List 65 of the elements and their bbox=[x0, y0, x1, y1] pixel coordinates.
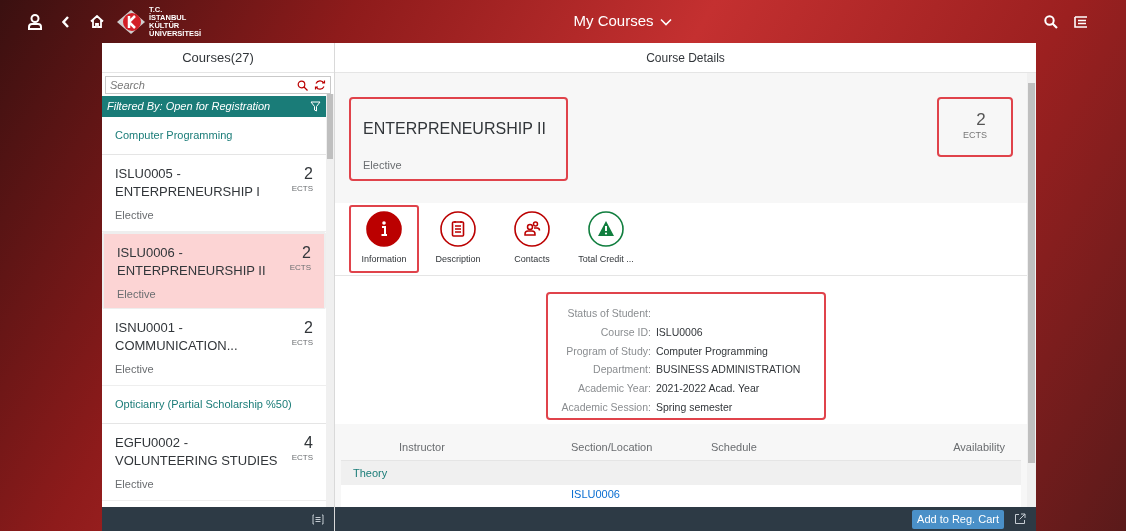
course-title: ISNU0001 - COMMUNICATION... bbox=[115, 319, 239, 355]
field-label: Department: bbox=[592, 362, 651, 378]
search-field[interactable]: Search bbox=[105, 76, 331, 94]
chevron-down-icon bbox=[659, 17, 672, 26]
course-type: Elective bbox=[115, 208, 155, 223]
course-type: Elective bbox=[363, 158, 403, 173]
field-value: BUSINESS ADMINISTRATION bbox=[655, 362, 801, 378]
filter-bar[interactable]: Filtered By: Open for Registration bbox=[102, 96, 326, 117]
search-input[interactable]: Search bbox=[110, 76, 297, 94]
field-label: Course ID: bbox=[599, 324, 651, 340]
panel-title: Courses(27) bbox=[182, 48, 254, 67]
course-title: ISLU0006 - ENTERPRENEURSHIP II bbox=[117, 244, 267, 280]
back-icon[interactable] bbox=[62, 15, 70, 28]
home-icon[interactable] bbox=[90, 15, 104, 28]
field-label: Academic Year: bbox=[576, 381, 651, 396]
ects-unit: ECTS bbox=[291, 183, 313, 195]
search-icon[interactable] bbox=[297, 79, 308, 91]
menu-icon[interactable] bbox=[1074, 15, 1088, 28]
logo-icon bbox=[116, 8, 146, 35]
course-type: Elective bbox=[117, 287, 157, 302]
ects-unit: ECTS bbox=[291, 452, 313, 464]
field-label: Academic Session: bbox=[561, 399, 651, 415]
search-icon[interactable] bbox=[1044, 14, 1058, 29]
ects-value: 4 bbox=[304, 434, 313, 452]
tab[interactable]: Information bbox=[349, 205, 419, 273]
share-icon[interactable] bbox=[1014, 513, 1026, 525]
user-icon[interactable] bbox=[28, 13, 42, 30]
column-header: Availability bbox=[953, 440, 1005, 453]
tab[interactable]: Contacts bbox=[497, 205, 567, 273]
field-value: 2021-2022 Acad. Year bbox=[655, 381, 761, 396]
course-title: EGFU0002 - VOLUNTEERING STUDIES bbox=[115, 434, 279, 470]
refresh-icon[interactable] bbox=[314, 79, 326, 91]
field-value: Spring semester bbox=[655, 399, 734, 415]
group-label: Theory bbox=[353, 465, 388, 481]
scrollbar[interactable] bbox=[326, 94, 334, 507]
course-title: ISLU0005 - ENTERPRENEURSHIP I bbox=[115, 165, 261, 201]
course-list-item[interactable]: ISLU0006 - ENTERPRENEURSHIP II 2 ECTS Elective bbox=[102, 232, 326, 309]
course-type: Elective bbox=[115, 477, 155, 492]
ects-unit: ECTS bbox=[963, 129, 987, 143]
field-value: Computer Programming bbox=[655, 343, 769, 359]
column-header: Schedule bbox=[711, 440, 757, 453]
ects-value: 2 bbox=[304, 165, 313, 183]
field-value: ISLU0006 bbox=[655, 324, 704, 340]
group-header: Computer Programming bbox=[115, 128, 233, 144]
field-label: Program of Study: bbox=[565, 343, 651, 359]
course-title: ENTERPRENEURSHIP II bbox=[363, 119, 546, 139]
ects-unit: ECTS bbox=[291, 337, 313, 349]
group-header: Opticianry (Partial Scholarship %50) bbox=[115, 397, 292, 413]
field-label: Status of Student: bbox=[566, 306, 651, 321]
tab[interactable]: Total Credit ... bbox=[571, 205, 641, 273]
list-icon[interactable] bbox=[312, 513, 324, 525]
column-header: Section/Location bbox=[571, 440, 653, 453]
section-link[interactable]: ISLU0006 bbox=[571, 487, 620, 500]
column-header: Instructor bbox=[399, 440, 445, 453]
tab[interactable]: Description bbox=[423, 205, 493, 273]
filter-label: Filtered By: Open for Registration bbox=[107, 99, 272, 115]
page-title-menu[interactable]: My Courses bbox=[573, 10, 672, 33]
ects-value: 2 bbox=[975, 111, 986, 130]
scrollbar[interactable] bbox=[1027, 73, 1036, 507]
course-type: Elective bbox=[115, 362, 155, 377]
ects-value: 2 bbox=[304, 319, 313, 337]
filter-icon bbox=[310, 101, 321, 112]
ects-value: 2 bbox=[302, 244, 311, 262]
ects-unit: ECTS bbox=[289, 262, 311, 274]
panel-title: Course Details bbox=[646, 49, 725, 67]
